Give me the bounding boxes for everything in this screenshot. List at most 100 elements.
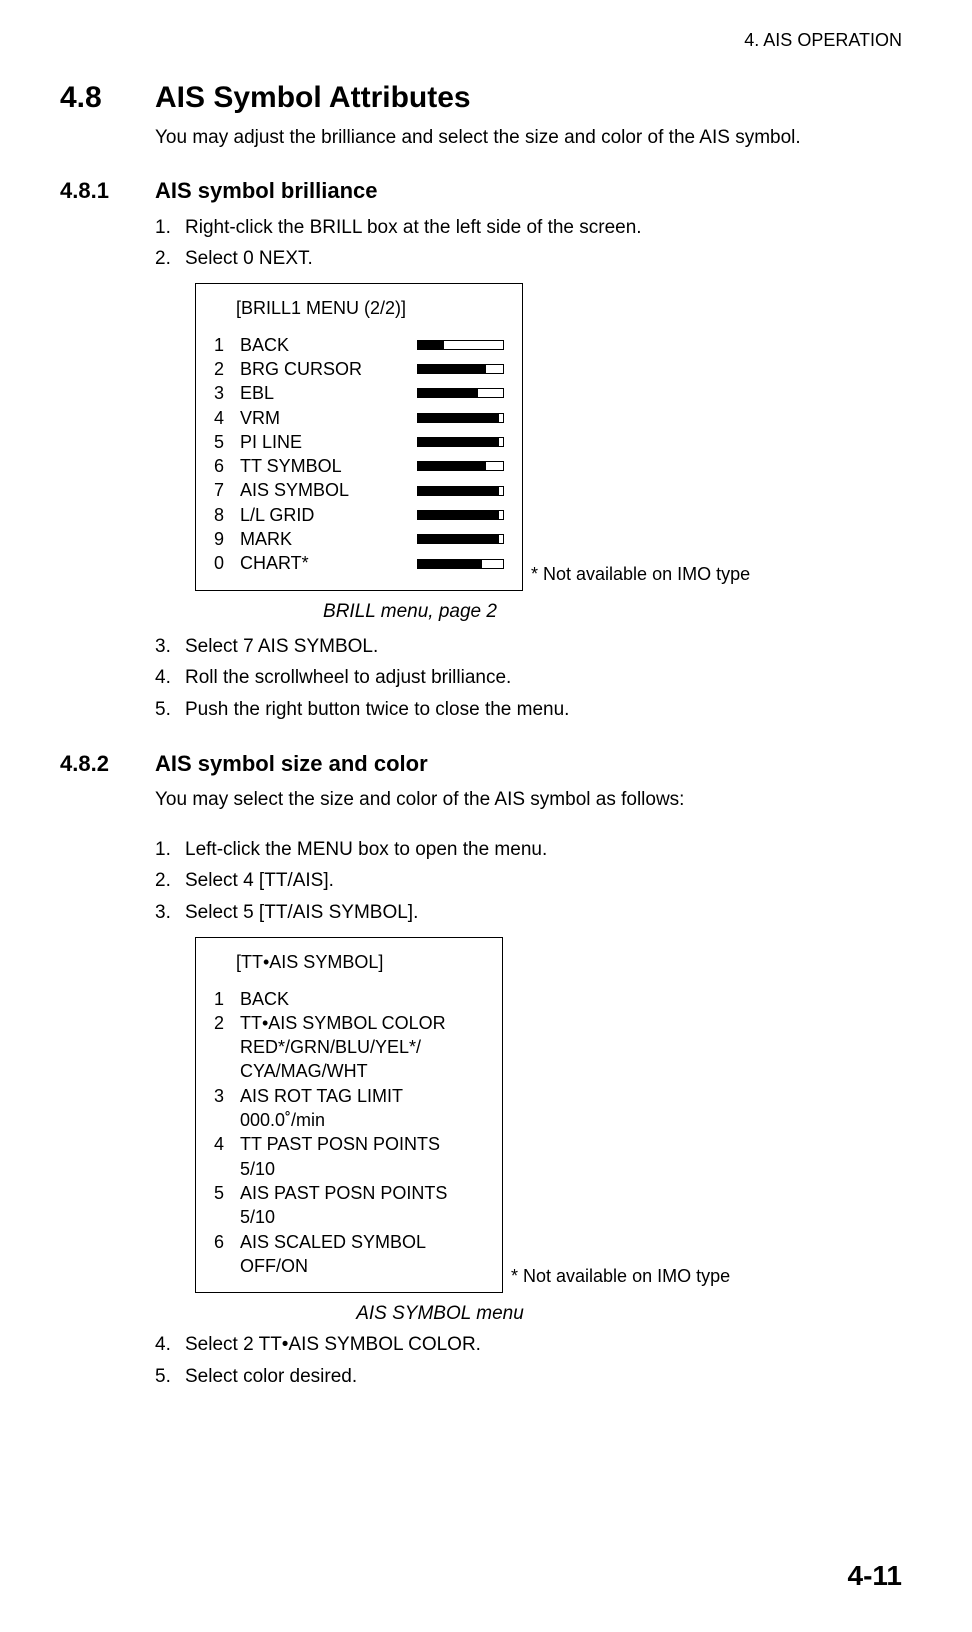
- menu-item: 2 TT•AIS SYMBOL COLOR: [214, 1011, 484, 1035]
- menu-item: 0 CHART*: [214, 551, 504, 575]
- running-head: 4. AIS OPERATION: [60, 30, 902, 51]
- menu-item-index: 0: [214, 551, 230, 575]
- list-item: 5.Push the right button twice to close t…: [155, 696, 902, 724]
- brilliance-slider: [417, 510, 504, 520]
- menu-item-label: VRM: [240, 406, 407, 430]
- menu-item-label: AIS PAST POSN POINTS: [240, 1181, 484, 1205]
- menu-item-index: 2: [214, 1011, 230, 1035]
- brilliance-slider: [417, 364, 504, 374]
- subsection-number: 4.8.2: [60, 751, 155, 777]
- brilliance-slider: [417, 534, 504, 544]
- menu-item-label: AIS SYMBOL: [240, 478, 407, 502]
- list-item: 3.Select 7 AIS SYMBOL.: [155, 633, 902, 661]
- subsection-title: AIS symbol size and color: [155, 751, 428, 777]
- menu-item: 4 VRM: [214, 406, 504, 430]
- steps-list: 1.Left-click the MENU box to open the me…: [155, 836, 902, 927]
- section-number: 4.8: [60, 81, 155, 115]
- menu-item-label: L/L GRID: [240, 503, 407, 527]
- list-item: 1.Left-click the MENU box to open the me…: [155, 836, 902, 864]
- menu-item: 2 BRG CURSOR: [214, 357, 504, 381]
- menu-item-label: TT•AIS SYMBOL COLOR: [240, 1011, 484, 1035]
- page-number: 4-11: [848, 1560, 903, 1592]
- menu-item-label: BACK: [240, 987, 484, 1011]
- steps-list: 1.Right-click the BRILL box at the left …: [155, 214, 902, 273]
- menu-title: [TT•AIS SYMBOL]: [236, 952, 484, 973]
- list-item: 3.Select 5 [TT/AIS SYMBOL].: [155, 899, 902, 927]
- menu-item-index: 6: [214, 1230, 230, 1254]
- menu-item-label: TT PAST POSN POINTS: [240, 1132, 484, 1156]
- menu-item-label: AIS ROT TAG LIMIT: [240, 1084, 484, 1108]
- figure-note: * Not available on IMO type: [511, 1266, 730, 1287]
- menu-item: 7 AIS SYMBOL: [214, 478, 504, 502]
- menu-item-index: 9: [214, 527, 230, 551]
- list-item: 4.Select 2 TT•AIS SYMBOL COLOR.: [155, 1331, 902, 1359]
- ais-symbol-menu-box: [TT•AIS SYMBOL] 1 BACK 2 TT•AIS SYMBOL COLO…: [195, 937, 503, 1294]
- brill-menu-figure: [BRILL1 MENU (2/2)] 1 BACK 2 BRG CURSOR 3 EBL…: [195, 283, 902, 591]
- section-intro: You may select the size and color of the…: [155, 787, 902, 814]
- brill-menu-box: [BRILL1 MENU (2/2)] 1 BACK 2 BRG CURSOR 3 EBL…: [195, 283, 523, 591]
- menu-item-label: BRG CURSOR: [240, 357, 407, 381]
- menu-item: 1 BACK: [214, 987, 484, 1011]
- menu-item-label: TT SYMBOL: [240, 454, 407, 478]
- list-item: 1.Right-click the BRILL box at the left …: [155, 214, 902, 242]
- menu-item-label: BACK: [240, 333, 407, 357]
- menu-item: 8 L/L GRID: [214, 503, 504, 527]
- menu-title: [BRILL1 MENU (2/2)]: [236, 298, 504, 319]
- menu-item: 9 MARK: [214, 527, 504, 551]
- list-item: 5.Select color desired.: [155, 1363, 902, 1391]
- menu-item-index: 1: [214, 333, 230, 357]
- menu-item-index: 1: [214, 987, 230, 1011]
- menu-item-subtext: 5/10: [240, 1205, 484, 1229]
- section-4-8-2-heading: 4.8.2 AIS symbol size and color: [60, 751, 902, 777]
- figure-caption: BRILL menu, page 2: [195, 601, 625, 623]
- brilliance-slider: [417, 413, 504, 423]
- list-item: 4.Roll the scrollwheel to adjust brillia…: [155, 664, 902, 692]
- ais-symbol-menu-figure: [TT•AIS SYMBOL] 1 BACK 2 TT•AIS SYMBOL COLO…: [195, 937, 902, 1294]
- menu-item-index: 2: [214, 357, 230, 381]
- menu-item: 6 TT SYMBOL: [214, 454, 504, 478]
- steps-list: 3.Select 7 AIS SYMBOL. 4.Roll the scroll…: [155, 633, 902, 724]
- menu-item-index: 6: [214, 454, 230, 478]
- section-intro: You may adjust the brilliance and select…: [155, 125, 902, 152]
- list-item: 2.Select 0 NEXT.: [155, 245, 902, 273]
- subsection-number: 4.8.1: [60, 178, 155, 204]
- list-item: 2.Select 4 [TT/AIS].: [155, 867, 902, 895]
- brilliance-slider: [417, 461, 504, 471]
- menu-item: 3 EBL: [214, 381, 504, 405]
- menu-item-index: 3: [214, 381, 230, 405]
- menu-item-index: 8: [214, 503, 230, 527]
- menu-item-subtext: RED*/GRN/BLU/YEL*/ CYA/MAG/WHT: [240, 1035, 484, 1084]
- menu-item-label: AIS SCALED SYMBOL: [240, 1230, 484, 1254]
- menu-item-index: 5: [214, 1181, 230, 1205]
- menu-item: 6 AIS SCALED SYMBOL: [214, 1230, 484, 1254]
- menu-item-label: EBL: [240, 381, 407, 405]
- page: 4. AIS OPERATION 4.8 AIS Symbol Attribut…: [0, 0, 972, 1632]
- menu-item-index: 3: [214, 1084, 230, 1108]
- subsection-title: AIS symbol brilliance: [155, 178, 378, 204]
- menu-item: 1 BACK: [214, 333, 504, 357]
- brilliance-slider: [417, 559, 504, 569]
- menu-item-index: 5: [214, 430, 230, 454]
- menu-item: 4TT PAST POSN POINTS: [214, 1132, 484, 1156]
- menu-item-subtext: 5/10: [240, 1157, 484, 1181]
- menu-item-subtext: OFF/ON: [240, 1254, 484, 1278]
- menu-item-label: CHART*: [240, 551, 407, 575]
- section-4-8-1-heading: 4.8.1 AIS symbol brilliance: [60, 178, 902, 204]
- menu-item: 3 AIS ROT TAG LIMIT: [214, 1084, 484, 1108]
- brilliance-slider: [417, 340, 504, 350]
- menu-item-subtext: 000.0˚/min: [240, 1108, 484, 1132]
- section-title: AIS Symbol Attributes: [155, 81, 471, 115]
- menu-item: 5 PI LINE: [214, 430, 504, 454]
- steps-list: 4.Select 2 TT•AIS SYMBOL COLOR. 5.Select…: [155, 1331, 902, 1390]
- menu-item-index: 4: [214, 406, 230, 430]
- menu-item: 5 AIS PAST POSN POINTS: [214, 1181, 484, 1205]
- section-4-8-heading: 4.8 AIS Symbol Attributes: [60, 81, 902, 115]
- figure-caption: AIS SYMBOL menu: [255, 1303, 625, 1325]
- figure-note: * Not available on IMO type: [531, 564, 750, 585]
- brilliance-slider: [417, 486, 504, 496]
- brilliance-slider: [417, 437, 504, 447]
- menu-item-label: MARK: [240, 527, 407, 551]
- menu-item-label: PI LINE: [240, 430, 407, 454]
- menu-item-index: 7: [214, 478, 230, 502]
- brilliance-slider: [417, 388, 504, 398]
